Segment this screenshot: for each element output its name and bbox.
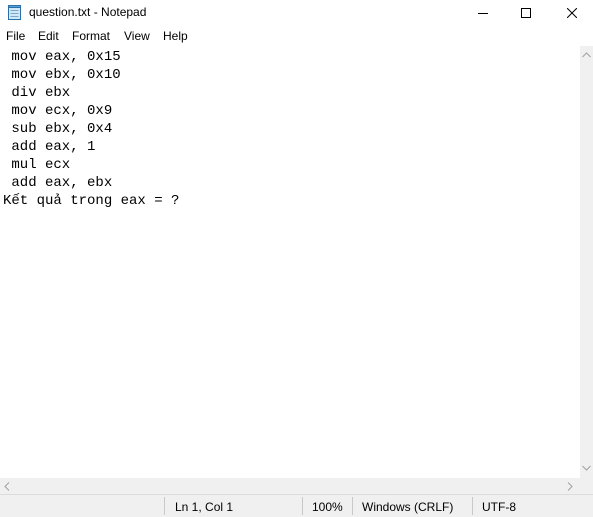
menu-help[interactable]: Help [163, 29, 188, 43]
text-line: add eax, 1 [3, 139, 96, 155]
scroll-right-icon[interactable] [567, 482, 573, 491]
status-divider [164, 497, 165, 515]
scroll-down-icon[interactable] [582, 465, 591, 471]
notepad-icon [8, 5, 21, 20]
close-icon [567, 7, 577, 18]
status-encoding: UTF-8 [482, 500, 516, 514]
text-line: mov ebx, 0x10 [3, 67, 121, 83]
text-line: div ebx [3, 85, 71, 101]
text-line: sub ebx, 0x4 [3, 121, 113, 137]
status-divider [472, 497, 473, 515]
close-button[interactable] [549, 0, 593, 25]
status-line-ending: Windows (CRLF) [362, 500, 454, 514]
menu-format[interactable]: Format [72, 29, 110, 43]
vertical-scrollbar[interactable] [580, 46, 593, 478]
minimize-button[interactable] [460, 0, 506, 25]
text-line: add eax, ebx [3, 175, 113, 191]
text-line: mov ecx, 0x9 [3, 103, 113, 119]
horizontal-scrollbar[interactable] [0, 478, 580, 494]
window-title: question.txt - Notepad [29, 5, 147, 19]
menu-edit[interactable]: Edit [38, 29, 59, 43]
menu-file[interactable]: File [6, 29, 25, 43]
text-line: mov eax, 0x15 [3, 49, 121, 65]
status-divider [352, 497, 353, 515]
scroll-left-icon[interactable] [4, 482, 10, 491]
menu-view[interactable]: View [124, 29, 150, 43]
menu-bar: File Edit Format View Help [0, 27, 593, 46]
status-cursor-position: Ln 1, Col 1 [175, 500, 234, 514]
scrollbar-corner [580, 478, 593, 494]
status-bar: Ln 1, Col 1 100% Windows (CRLF) UTF-8 [0, 494, 593, 517]
maximize-button[interactable] [503, 0, 549, 25]
status-zoom: 100% [312, 500, 343, 514]
status-divider [302, 497, 303, 515]
title-bar[interactable]: question.txt - Notepad [0, 0, 593, 25]
text-editor[interactable]: mov eax, 0x15 mov ebx, 0x10 div ebx mov … [0, 46, 580, 478]
text-line: Kết quả trong eax = ? [3, 193, 180, 209]
maximize-icon [521, 7, 531, 18]
scroll-up-icon[interactable] [582, 52, 591, 58]
minimize-icon [478, 12, 488, 14]
text-line: mul ecx [3, 157, 71, 173]
